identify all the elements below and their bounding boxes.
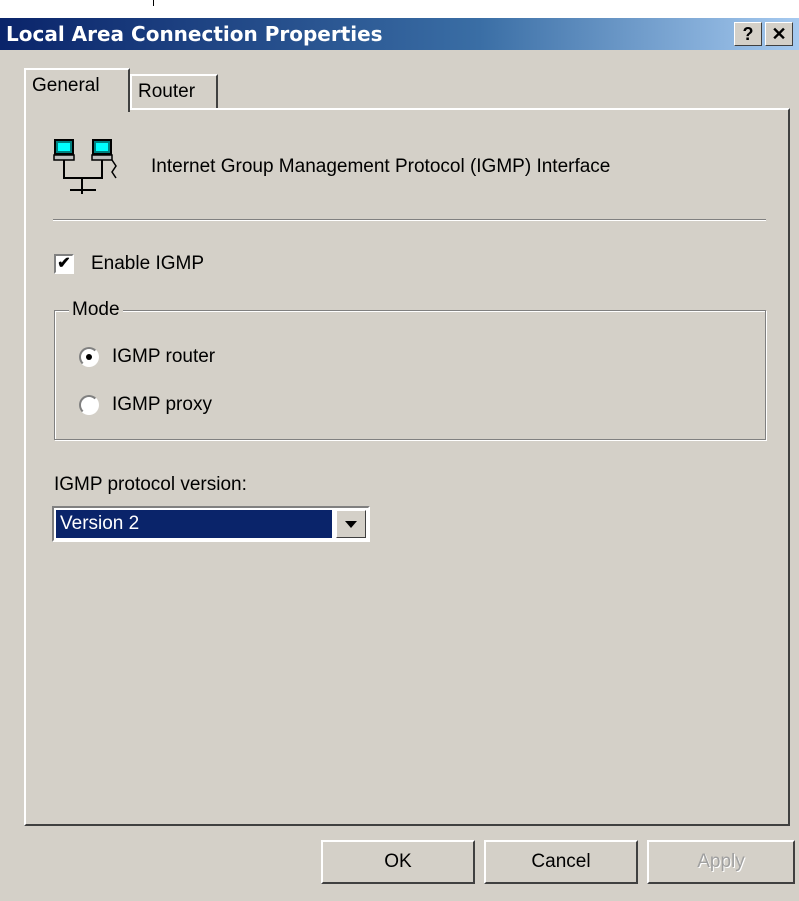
igmp-version-selected-value[interactable]: Version 2: [56, 510, 332, 538]
igmp-router-radio[interactable]: [79, 347, 99, 367]
igmp-version-label: IGMP protocol version:: [54, 474, 247, 495]
chevron-down-icon: [345, 521, 357, 528]
title-bar[interactable]: Local Area Connection Properties ? ✕: [0, 18, 799, 50]
ok-button[interactable]: OK: [321, 840, 475, 884]
enable-igmp-label[interactable]: Enable IGMP: [91, 253, 204, 275]
igmp-proxy-radio[interactable]: [79, 395, 99, 415]
enable-igmp-checkbox[interactable]: ✔: [54, 254, 74, 274]
background-window-fragment: [153, 0, 214, 6]
help-button[interactable]: ?: [734, 22, 762, 46]
radio-selected-dot: [86, 354, 92, 360]
cancel-button[interactable]: Cancel: [484, 840, 638, 884]
igmp-proxy-label[interactable]: IGMP proxy: [112, 394, 212, 416]
igmp-interface-heading: Internet Group Management Protocol (IGMP…: [151, 156, 611, 177]
igmp-version-dropdown[interactable]: Version 2: [52, 506, 370, 542]
window-title: Local Area Connection Properties: [6, 22, 383, 46]
tab-router[interactable]: Router: [130, 74, 218, 110]
network-computers-icon: [53, 139, 117, 194]
igmp-router-label[interactable]: IGMP router: [112, 346, 215, 368]
mode-legend: Mode: [69, 299, 123, 321]
close-button[interactable]: ✕: [765, 22, 793, 46]
tab-general[interactable]: General: [24, 68, 130, 112]
dropdown-arrow-button[interactable]: [336, 510, 366, 538]
divider: [53, 219, 766, 221]
general-tab-panel: [24, 108, 790, 826]
apply-button[interactable]: Apply: [647, 840, 795, 884]
background-window-strip: [0, 0, 799, 18]
mode-groupbox: [54, 310, 766, 440]
